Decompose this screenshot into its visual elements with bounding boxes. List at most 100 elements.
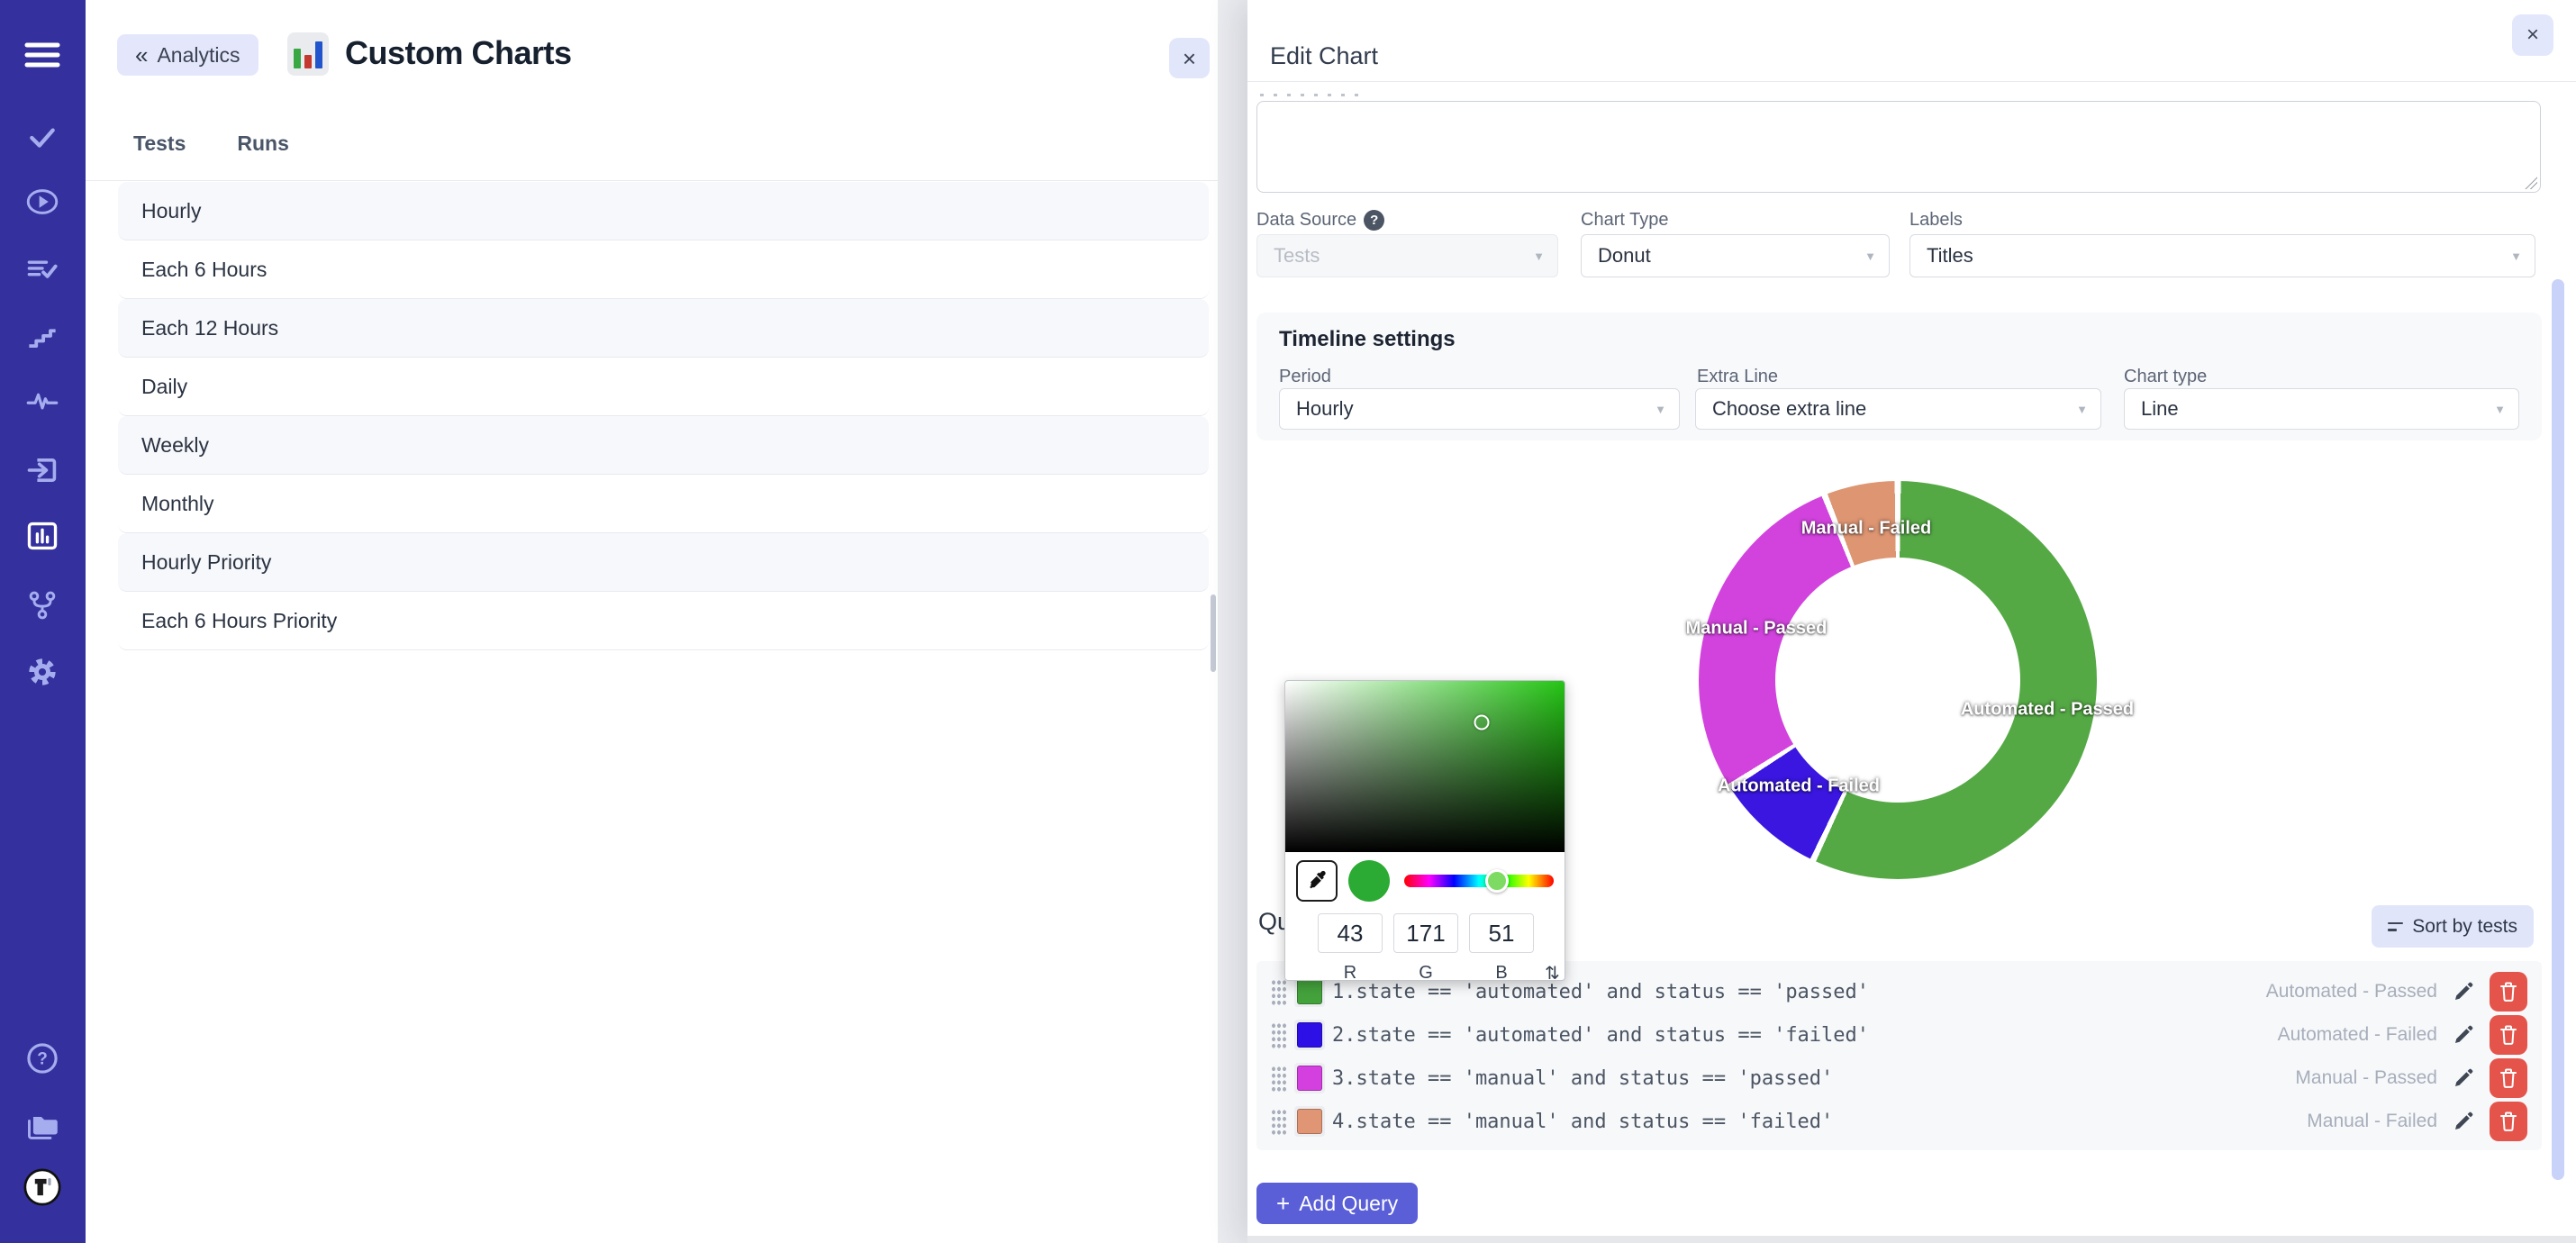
logo[interactable] xyxy=(23,1168,61,1206)
gear-icon[interactable] xyxy=(23,653,61,691)
tab-tests[interactable]: Tests xyxy=(133,132,186,156)
edit-pencil-icon[interactable] xyxy=(2452,1110,2475,1133)
labels-select[interactable]: Titles▼ xyxy=(1909,234,2535,277)
list-item[interactable]: Each 6 Hours Priority xyxy=(118,592,1209,650)
drag-handle-icon[interactable] xyxy=(1271,1021,1287,1048)
check-icon[interactable] xyxy=(23,118,61,156)
bar-chart-icon[interactable] xyxy=(23,517,61,555)
delete-query-button[interactable] xyxy=(2490,972,2527,1012)
add-query-button[interactable]: + Add Query xyxy=(1256,1183,1418,1224)
red-label: R xyxy=(1318,963,1383,981)
back-button-label: Analytics xyxy=(157,43,240,68)
saturation-cursor[interactable] xyxy=(1474,714,1490,730)
list-item-label: Monthly xyxy=(141,492,214,516)
edit-pencil-icon[interactable] xyxy=(2452,1066,2475,1090)
query-title: Automated - Passed xyxy=(2266,981,2437,1003)
list-check-icon[interactable] xyxy=(23,250,61,288)
timeline-chart-type-label: Chart type xyxy=(2124,367,2207,387)
list-item[interactable]: Daily xyxy=(118,358,1209,416)
list-item[interactable]: Each 12 Hours xyxy=(118,299,1209,358)
data-source-select[interactable]: Tests▼ xyxy=(1256,234,1558,277)
query-title: Automated - Failed xyxy=(2278,1024,2437,1046)
back-to-analytics-button[interactable]: « Analytics xyxy=(117,34,259,76)
sign-in-icon[interactable] xyxy=(23,451,61,489)
list-item[interactable]: Hourly Priority xyxy=(118,533,1209,592)
chart-title-textarea[interactable] xyxy=(1256,101,2541,193)
drag-handle-icon[interactable] xyxy=(1271,978,1287,1005)
drag-handle-icon[interactable] xyxy=(1271,1108,1287,1135)
timeline-settings-heading: Timeline settings xyxy=(1279,327,1456,352)
format-toggle-icon[interactable]: ⇅ xyxy=(1545,962,1560,981)
rgb-labels: R G B ⇅ xyxy=(1318,962,1560,981)
drawer-close-button[interactable]: × xyxy=(2512,14,2553,56)
edit-pencil-icon[interactable] xyxy=(2452,980,2475,1003)
chart-type-select[interactable]: Donut▼ xyxy=(1581,234,1890,277)
list-item[interactable]: Monthly xyxy=(118,475,1209,533)
green-input[interactable] xyxy=(1393,913,1458,953)
query-row: 4.state == 'manual' and status == 'faile… xyxy=(1271,1100,2527,1143)
query-expression: 1.state == 'automated' and status == 'pa… xyxy=(1332,981,2266,1003)
timeline-chart-type-select[interactable]: Line▼ xyxy=(2124,388,2519,430)
blue-input[interactable] xyxy=(1469,913,1534,953)
sort-icon xyxy=(2388,922,2403,931)
help-icon[interactable]: ? xyxy=(23,1039,61,1077)
query-expression: 3.state == 'manual' and status == 'passe… xyxy=(1332,1067,2295,1090)
color-picker-popup: R G B ⇅ xyxy=(1284,680,1565,981)
tabs: Tests Runs xyxy=(133,132,289,156)
query-color-button[interactable] xyxy=(1294,1020,1325,1050)
play-circle-icon[interactable] xyxy=(23,183,61,221)
list-item[interactable]: Weekly xyxy=(118,416,1209,475)
edit-pencil-icon[interactable] xyxy=(2452,1023,2475,1047)
divider xyxy=(1247,81,2576,82)
plus-icon: + xyxy=(1276,1192,1290,1215)
drawer-bottom-edge xyxy=(1247,1236,2576,1243)
delete-query-button[interactable] xyxy=(2490,1102,2527,1141)
red-input[interactable] xyxy=(1318,913,1383,953)
period-select[interactable]: Hourly▼ xyxy=(1279,388,1680,430)
blue-label: B xyxy=(1469,963,1534,981)
list-item[interactable]: Hourly xyxy=(118,182,1209,240)
donut-chart: Manual - Failed Manual - Passed Automate… xyxy=(1699,481,2097,879)
eyedropper-button[interactable] xyxy=(1296,860,1338,902)
saturation-area[interactable] xyxy=(1285,681,1565,852)
hue-thumb[interactable] xyxy=(1485,869,1509,893)
delete-query-button[interactable] xyxy=(2490,1015,2527,1055)
menu-icon[interactable] xyxy=(23,36,61,74)
list-item[interactable]: Each 6 Hours xyxy=(118,240,1209,299)
list-item-label: Hourly Priority xyxy=(141,550,271,575)
folder-icon[interactable] xyxy=(23,1107,61,1145)
query-color-button[interactable] xyxy=(1294,976,1325,1007)
list-item-label: Each 6 Hours xyxy=(141,258,267,282)
pulse-icon[interactable] xyxy=(23,382,61,420)
data-source-label: Data Source ? xyxy=(1256,210,1384,231)
timeline-settings-card: Timeline settings Period Extra Line Char… xyxy=(1256,313,2542,440)
query-expression: 2.state == 'automated' and status == 'fa… xyxy=(1332,1024,2278,1047)
panel-close-button[interactable]: × xyxy=(1169,38,1210,78)
query-list: 1.state == 'automated' and status == 'pa… xyxy=(1256,961,2542,1150)
drag-handle-icon[interactable] xyxy=(1271,1065,1287,1092)
chart-emoji-icon xyxy=(287,32,329,76)
delete-query-button[interactable] xyxy=(2490,1058,2527,1098)
labels-label: Labels xyxy=(1909,210,1963,231)
help-badge-icon[interactable]: ? xyxy=(1364,210,1384,231)
query-color-button[interactable] xyxy=(1294,1063,1325,1093)
list-item-label: Each 12 Hours xyxy=(141,316,278,340)
edit-chart-drawer: Edit Chart × Data Source ? Chart Type La… xyxy=(1247,0,2576,1243)
extra-line-label: Extra Line xyxy=(1697,367,1778,387)
hue-slider[interactable] xyxy=(1404,875,1554,887)
query-color-button[interactable] xyxy=(1294,1106,1325,1137)
query-title: Manual - Failed xyxy=(2307,1111,2437,1132)
tab-runs[interactable]: Runs xyxy=(237,132,289,156)
picker-controls xyxy=(1285,857,1565,904)
branches-icon[interactable] xyxy=(23,586,61,624)
list-item-label: Weekly xyxy=(141,433,209,458)
query-row: 2.state == 'automated' and status == 'fa… xyxy=(1271,1013,2527,1057)
list-item-label: Daily xyxy=(141,375,187,399)
chevron-down-icon: ▼ xyxy=(2494,403,2506,416)
sort-by-tests-button[interactable]: Sort by tests xyxy=(2372,905,2534,948)
app-root: { "sidebar": { "icon_names": ["menu","ch… xyxy=(0,0,2576,1243)
scrollbar-thumb[interactable] xyxy=(2552,279,2564,1180)
extra-line-select[interactable]: Choose extra line▼ xyxy=(1695,388,2101,430)
scrollbar-thumb[interactable] xyxy=(1211,594,1216,672)
steps-icon[interactable] xyxy=(23,318,61,356)
